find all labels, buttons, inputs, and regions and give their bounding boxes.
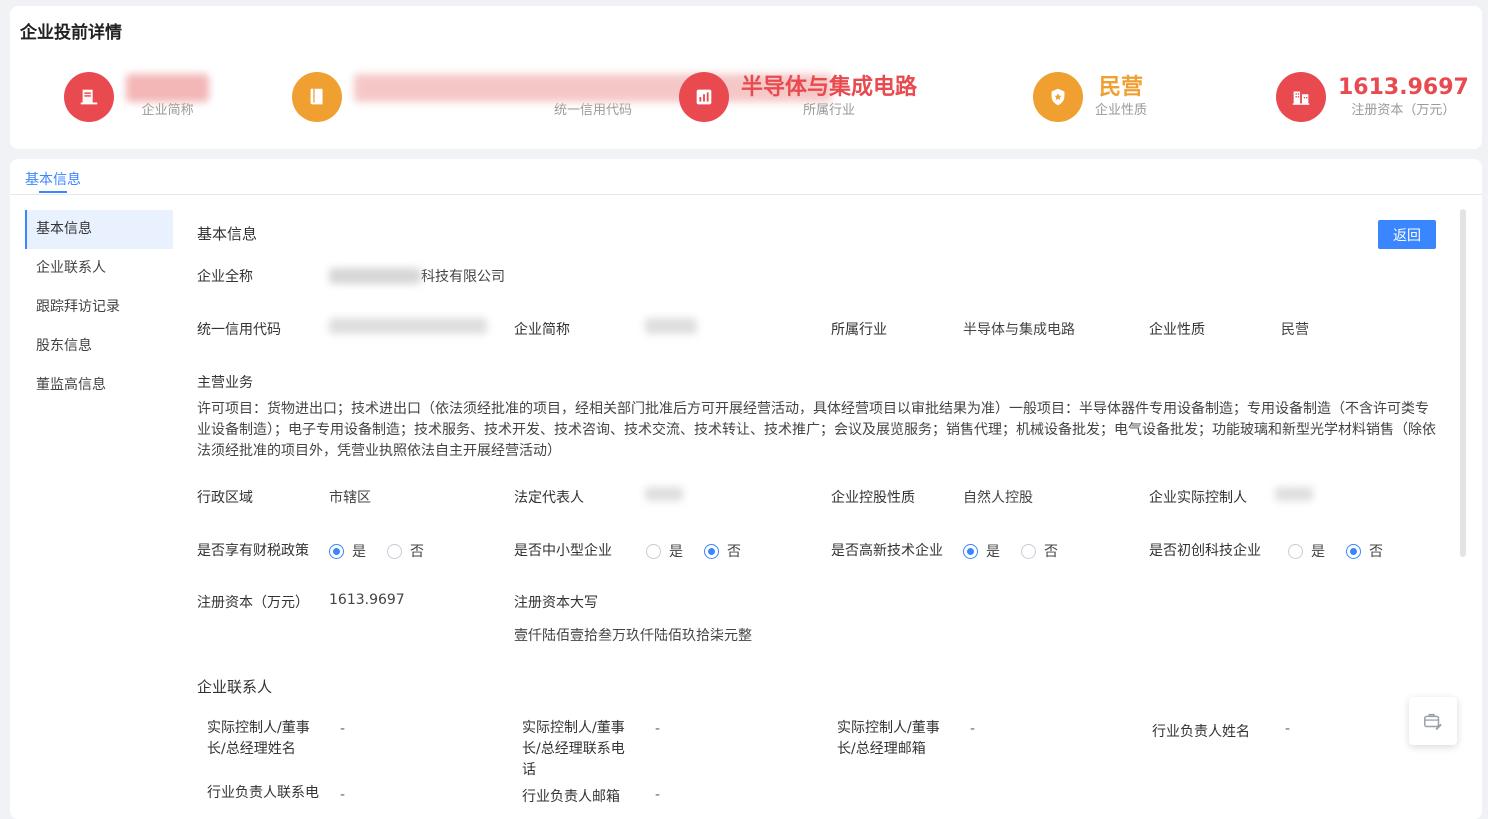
sidebar: 基本信息 企业联系人 跟踪拜访记录 股东信息 董监高信息 [25,210,173,405]
sidebar-item-contacts[interactable]: 企业联系人 [25,249,173,288]
tab-basic-info[interactable]: 基本信息 [25,169,81,189]
contact-label: 实际控制人/董事长/总经理姓名 [207,720,310,757]
radio-no[interactable] [387,543,402,559]
radio-label: 是否高新技术企业 [831,543,943,559]
sidebar-item-basic-info[interactable]: 基本信息 [25,210,173,249]
radio-group-tax-policy: 是 否 [329,541,445,561]
sidebar-item-shareholders[interactable]: 股东信息 [25,327,173,366]
redacted-block [329,268,421,284]
radio-no[interactable] [1021,543,1036,559]
field-value: 民营 [1281,322,1309,338]
book-icon [292,72,342,122]
back-button[interactable]: 返回 [1378,220,1436,249]
scrollbar[interactable] [1460,209,1466,557]
field-label: 企业控股性质 [831,490,915,506]
field-label-capital-upper: 注册资本大写 [514,595,598,611]
radio-yes[interactable] [329,543,344,559]
radio-group-high-tech: 是 否 [963,541,1079,561]
sidebar-item-visit-records[interactable]: 跟踪拜访记录 [25,288,173,327]
contact-value: - [340,721,346,737]
contact-value: - [340,787,346,803]
stat-capital: 1613.9697 注册资本（万元） [1276,72,1469,122]
radio-group-sme: 是 否 [646,541,762,561]
book-list-icon [64,72,114,122]
field-value: 半导体与集成电路 [963,322,1075,338]
radio-label: 是否享有财税政策 [197,543,309,559]
radio-group-startup: 是 否 [1288,541,1404,561]
radio-no[interactable] [1346,543,1361,559]
tab-underline [39,191,67,193]
field-label-capital: 注册资本（万元） [197,595,309,611]
contact-label: 行业负责人联系电 [207,785,319,801]
field-label: 行政区域 [197,490,253,506]
stat-nature: 民营 企业性质 [1033,72,1147,122]
field-label: 所属行业 [831,322,887,338]
radio-yes-label: 是 [352,544,366,560]
briefcase-edit-icon [1424,713,1442,730]
field-label: 企业性质 [1149,322,1205,338]
building-icon [1276,72,1326,122]
radio-no-label: 否 [1044,544,1058,560]
field-label: 企业实际控制人 [1149,490,1247,506]
content-area: 基本信息 返回 企业全称 科技有限公司 统一信用代码 企业简称 所属行业 半导体… [197,159,1457,819]
redacted-credit-code [329,318,487,334]
business-scope-text: 许可项目：货物进出口；技术进出口（依法须经批准的项目，经相关部门批准后方可开展经… [197,401,1436,459]
stat-industry: 半导体与集成电路 所属行业 [679,72,917,122]
sidebar-item-executives[interactable]: 董监高信息 [25,366,173,405]
contact-value: - [970,721,976,737]
shield-star-icon [1033,72,1083,122]
redacted-short-name [645,318,697,334]
field-label-business: 主营业务 [197,375,253,391]
redacted-legal-rep [645,487,683,501]
field-label: 统一信用代码 [197,322,281,338]
contact-value: - [1285,721,1291,737]
field-value-capital: 1613.9697 [329,592,405,608]
radio-yes-label: 是 [986,544,1000,560]
radio-label: 是否中小型企业 [514,543,612,559]
stat-value: 1613.9697 [1338,75,1469,100]
radio-yes-label: 是 [669,544,683,560]
contact-value: - [655,721,661,737]
radio-yes[interactable] [963,543,978,559]
stat-value: 半导体与集成电路 [741,75,918,100]
stat-label: 企业性质 [1095,103,1148,118]
radio-no-label: 否 [1369,544,1383,560]
contact-label: 行业负责人姓名 [1152,724,1250,740]
radio-label: 是否初创科技企业 [1149,543,1261,559]
page-title: 企业投前详情 [20,23,122,43]
stat-value: 民营 [1099,75,1144,100]
stat-label: 企业简称 [141,103,194,118]
radio-yes-label: 是 [1311,544,1325,560]
field-label: 法定代表人 [514,490,584,506]
field-value: 市辖区 [329,490,371,506]
floating-action-button[interactable] [1409,697,1457,745]
field-label: 企业简称 [514,322,570,338]
field-value: 自然人控股 [963,490,1033,506]
overview-card: 企业投前详情 ■■■■ 企业简称 ■■■■■■■■■■■■■■■■■■■■■■■… [10,6,1482,149]
field-value-capital-upper: 壹仟陆佰壹拾叁万玖仟陆佰玖拾柒元整 [514,628,752,644]
field-value-full-name: 科技有限公司 [329,266,505,286]
stat-short-name: ■■■■ 企业简称 [64,72,210,122]
radio-no[interactable] [704,543,719,559]
section-title-basic: 基本信息 [197,225,258,243]
radio-no-label: 否 [410,544,424,560]
stat-label: 统一信用代码 [554,103,633,118]
detail-card: 基本信息 基本信息 企业联系人 跟踪拜访记录 股东信息 董监高信息 基本信息 返… [10,159,1482,819]
section-title-contacts: 企业联系人 [197,678,273,696]
contact-label: 实际控制人/董事长/总经理联系电话 [522,720,625,778]
radio-yes[interactable] [1288,543,1303,559]
radio-no-label: 否 [727,544,741,560]
radio-yes[interactable] [646,543,661,559]
field-label-full-name: 企业全称 [197,269,253,285]
full-name-suffix: 科技有限公司 [421,269,505,285]
stat-label: 所属行业 [803,103,856,118]
stat-label: 注册资本（万元） [1351,103,1456,118]
bar-chart-icon [679,72,729,122]
redacted-controller [1275,487,1313,501]
contact-label: 行业负责人邮箱 [522,789,620,805]
contact-value: - [655,787,661,803]
stat-value: ■■■■ [126,74,210,102]
contact-label: 实际控制人/董事长/总经理邮箱 [837,720,940,757]
